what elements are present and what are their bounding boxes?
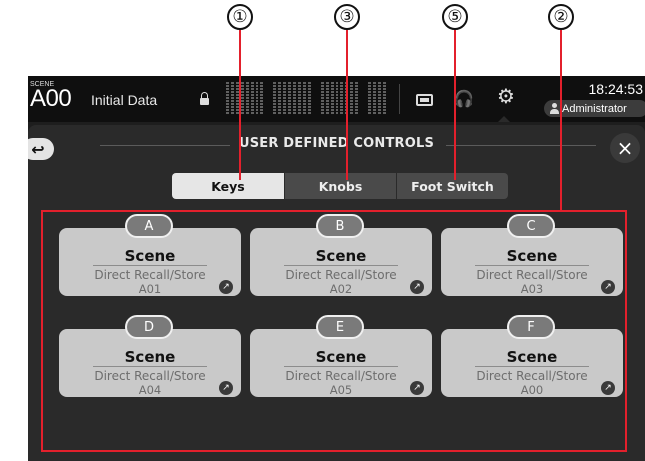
tab-bar: Keys Knobs Foot Switch: [172, 173, 508, 199]
panel-title: USER DEFINED CONTROLS: [238, 136, 435, 151]
tab-knobs[interactable]: Knobs: [284, 173, 396, 199]
clock: 18:24:53: [588, 81, 644, 97]
scene-number[interactable]: A00: [30, 85, 72, 113]
callout-5: ⑤: [442, 4, 468, 30]
callout-3: ③: [334, 4, 360, 30]
user-icon: [550, 103, 559, 114]
tab-foot-switch[interactable]: Foot Switch: [396, 173, 508, 199]
callout-1: ①: [227, 4, 253, 30]
scene-name[interactable]: Initial Data: [91, 92, 157, 108]
close-button[interactable]: ×: [610, 133, 640, 163]
divider: [399, 84, 400, 114]
callout-line-2: [560, 30, 562, 211]
callout-line-3: [346, 30, 348, 180]
lock-icon[interactable]: [200, 92, 209, 105]
user-name: Administrator: [562, 102, 627, 115]
tab-keys[interactable]: Keys: [172, 173, 284, 199]
callout-line-5: [454, 30, 456, 180]
active-indicator: [498, 116, 510, 122]
top-bar: SCENE A00 Initial Data 🎧 ⚙ 18:24:53 Admi…: [28, 76, 645, 122]
headphones-icon[interactable]: 🎧: [454, 91, 474, 107]
recorder-icon[interactable]: [416, 94, 433, 106]
gear-icon[interactable]: ⚙: [497, 86, 515, 106]
callout-2: ②: [548, 4, 574, 30]
level-meters[interactable]: [226, 82, 386, 114]
callout-box-keys: [41, 210, 627, 452]
callout-line-1: [239, 30, 241, 180]
